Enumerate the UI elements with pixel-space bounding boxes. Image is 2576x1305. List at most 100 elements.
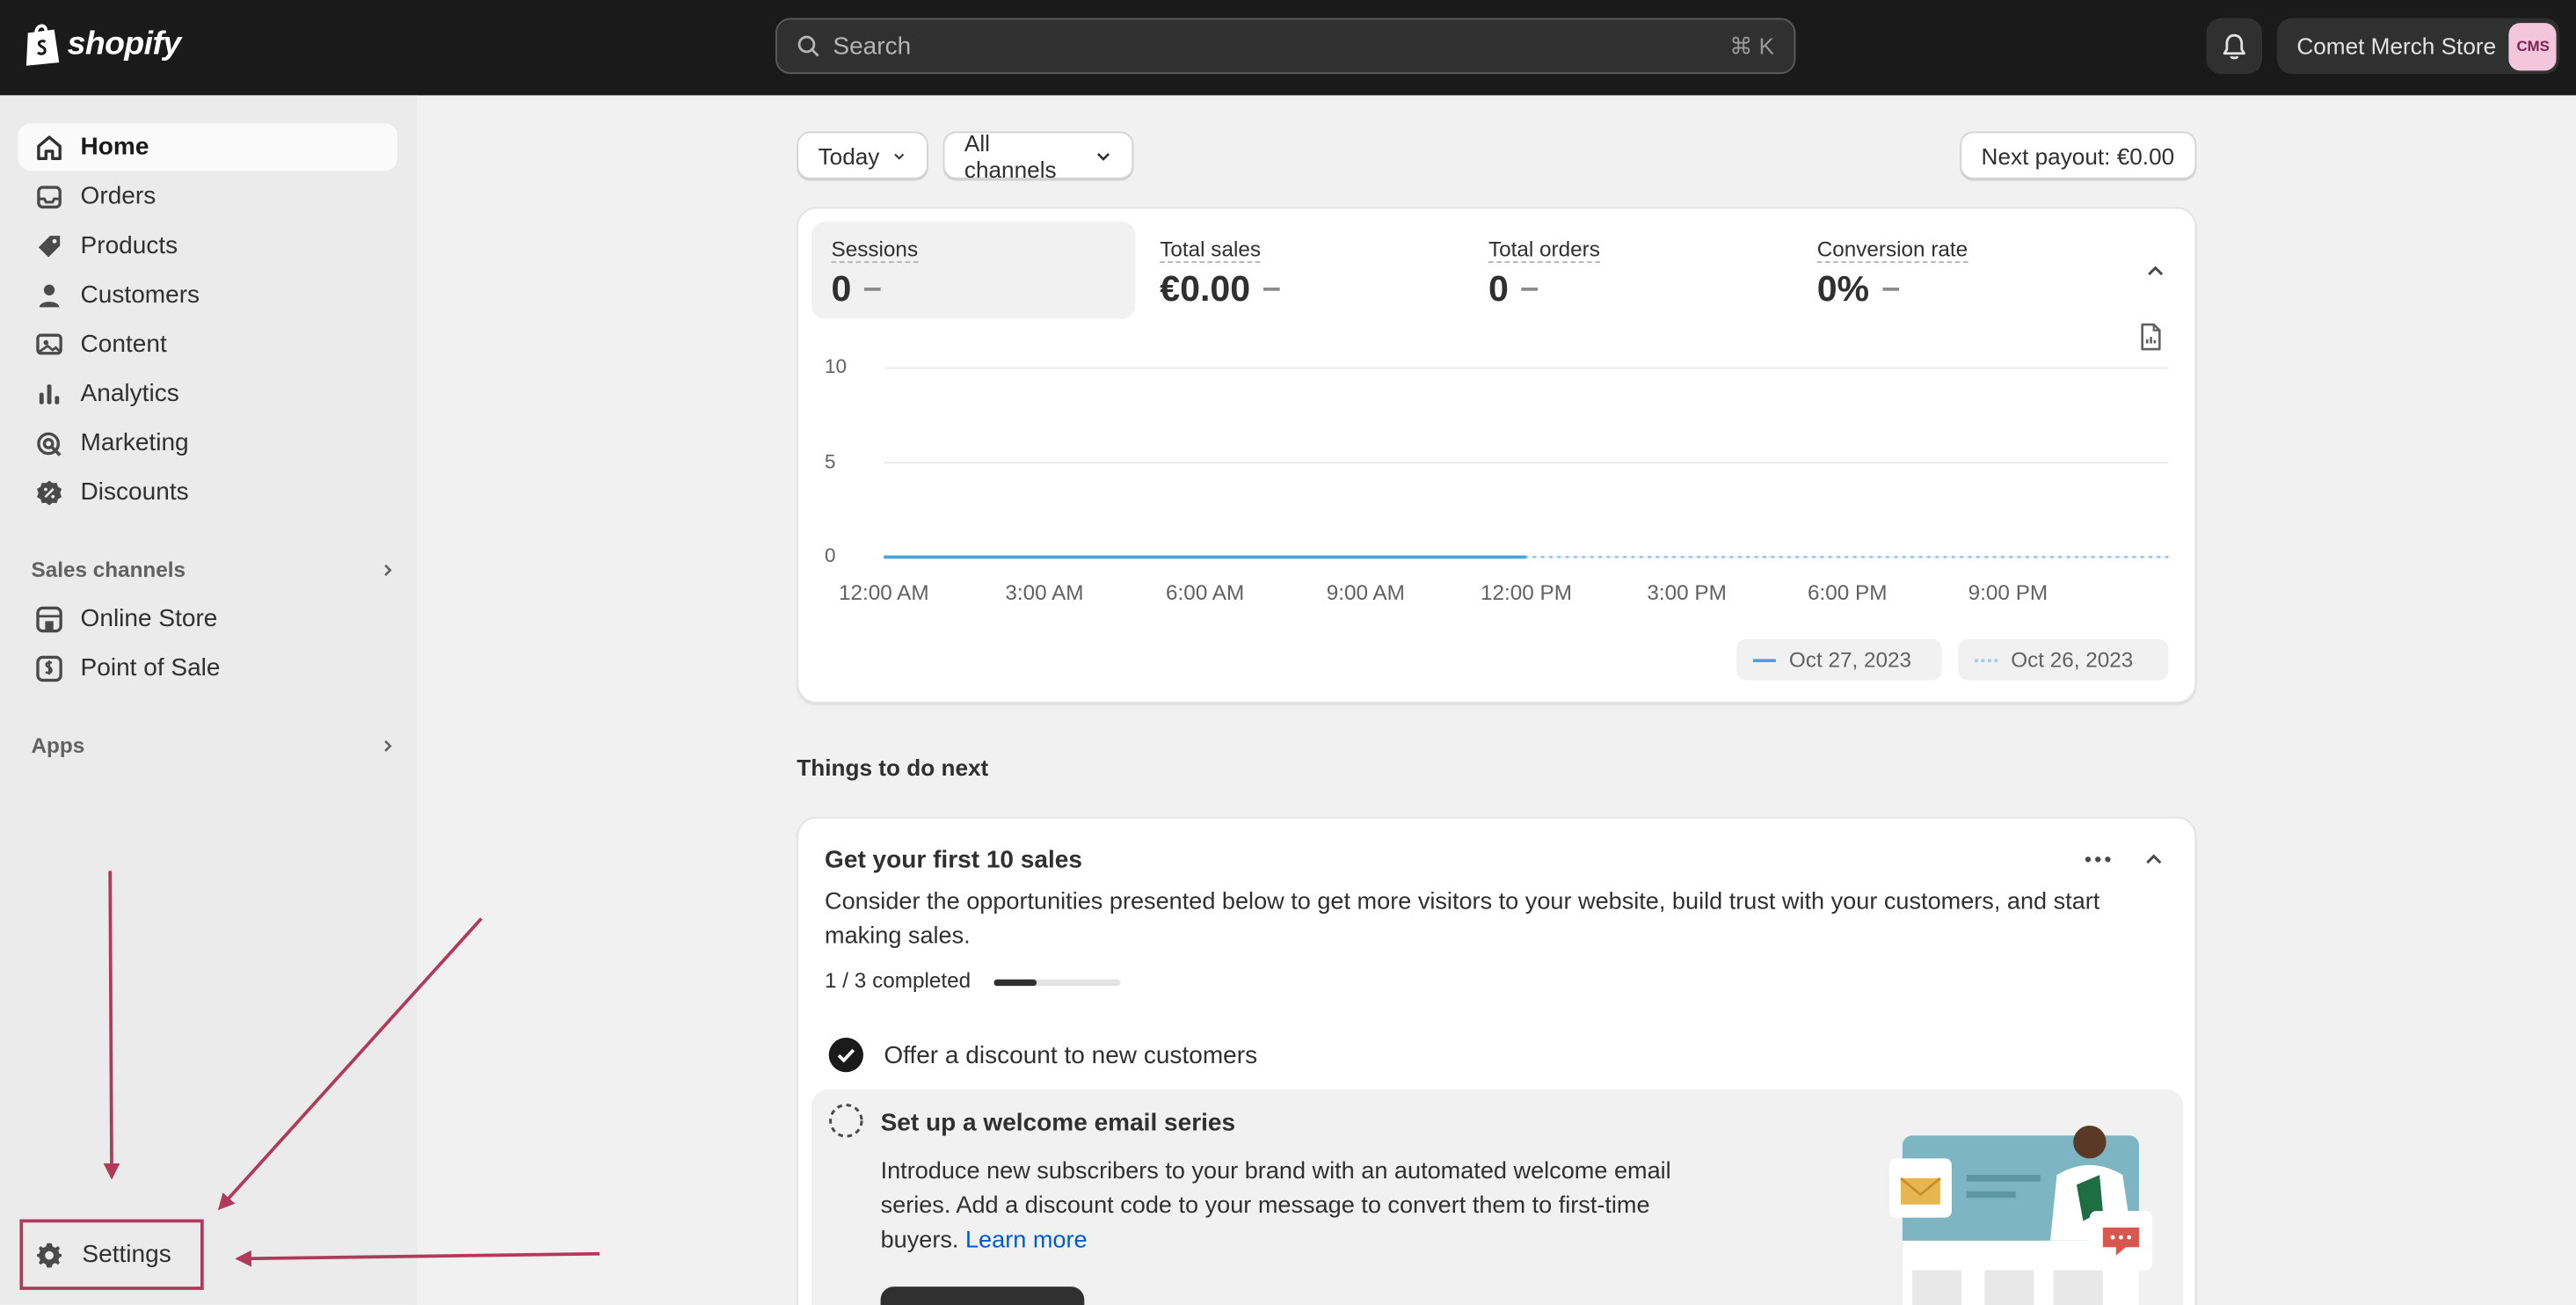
sales-channels-header[interactable]: Sales channels xyxy=(32,557,397,581)
step-offer-discount[interactable]: Offer a discount to new customers xyxy=(828,1037,1257,1073)
legend-label: Oct 26, 2023 xyxy=(2011,647,2134,673)
sidebar-item-label: Point of Sale xyxy=(80,653,221,682)
task-title: Get your first 10 sales xyxy=(825,846,1082,875)
store-icon xyxy=(36,605,62,632)
sidebar-item-label: Content xyxy=(80,330,167,359)
sidebar-item-products[interactable]: Products xyxy=(18,222,398,269)
app-root: shopify ⌘ K Comet Merch Store CMS Home xyxy=(0,0,2576,1305)
x-tick-label: 6:00 PM xyxy=(1808,580,1888,605)
dashed-circle-icon xyxy=(829,1104,863,1138)
search-input[interactable] xyxy=(833,32,1730,61)
metric-label: Total sales xyxy=(1160,237,1262,263)
sidebar-item-label: Home xyxy=(80,133,149,162)
next-payout-button[interactable]: Next payout: €0.00 xyxy=(1960,131,2197,179)
add-email-button[interactable] xyxy=(880,1287,1085,1305)
sidebar: Home Orders Products Customers Content A… xyxy=(0,95,418,1305)
metric-label: Sessions xyxy=(831,237,919,263)
step-title: Set up a welcome email series xyxy=(880,1109,1236,1138)
x-tick-label: 9:00 AM xyxy=(1326,580,1405,605)
legend-item[interactable]: Oct 26, 2023 xyxy=(1958,638,2169,681)
y-tick-label: 0 xyxy=(825,543,836,567)
search-bar[interactable]: ⌘ K xyxy=(775,18,1796,75)
main-content: Today All channels Next payout: €0.00 Se… xyxy=(418,95,2576,1305)
discount-icon xyxy=(37,479,62,505)
metric-total-sales[interactable]: Total sales €0.00 xyxy=(1140,222,1452,318)
step-label: Offer a discount to new customers xyxy=(884,1040,1258,1069)
x-tick-label: 12:00 PM xyxy=(1480,580,1572,605)
sidebar-item-label: Discounts xyxy=(80,478,189,507)
sidebar-item-online-store[interactable]: Online Store xyxy=(18,594,398,642)
inbox-icon xyxy=(37,185,62,208)
sidebar-item-marketing[interactable]: Marketing xyxy=(18,419,398,466)
sidebar-item-customers[interactable]: Customers xyxy=(18,271,398,318)
progress-bar xyxy=(993,979,1121,987)
sidebar-item-point-of-sale[interactable]: Point of Sale xyxy=(18,644,398,691)
step-description: Introduce new subscribers to your brand … xyxy=(881,1156,1719,1259)
learn-more-link[interactable]: Learn more xyxy=(965,1228,1088,1254)
chevron-down-icon xyxy=(1096,152,1110,160)
sidebar-item-label: Marketing xyxy=(80,428,189,457)
channel-select-label: All channels xyxy=(964,128,1057,182)
sidebar-item-orders[interactable]: Orders xyxy=(18,172,398,220)
metric-value: €0.00 xyxy=(1160,267,1251,310)
apps-header[interactable]: Apps xyxy=(32,733,397,757)
things-to-do-title: Things to do next xyxy=(797,754,989,781)
more-actions-icon[interactable] xyxy=(2083,855,2113,864)
store-menu-button[interactable]: Comet Merch Store CMS xyxy=(2276,18,2560,75)
chevron-right-icon xyxy=(384,739,392,751)
x-tick-label: 3:00 AM xyxy=(1005,580,1084,605)
search-shortcut: ⌘ K xyxy=(1729,32,1775,59)
chevron-up-icon[interactable] xyxy=(2143,848,2165,871)
x-tick-label: 6:00 AM xyxy=(1166,580,1245,605)
image-icon xyxy=(36,332,62,354)
settings-highlight-box xyxy=(19,1219,204,1290)
sidebar-item-analytics[interactable]: Analytics xyxy=(18,369,398,417)
legend-solid-line-icon xyxy=(1752,658,1776,662)
bell-icon xyxy=(2223,33,2245,59)
channel-select[interactable]: All channels xyxy=(942,128,1134,182)
sidebar-item-label: Customers xyxy=(80,281,200,310)
metric-sessions[interactable]: Sessions 0 xyxy=(811,222,1136,319)
step-welcome-email[interactable]: Set up a welcome email series Introduce … xyxy=(811,1089,2184,1305)
metric-value: 0 xyxy=(1488,267,1509,310)
sidebar-item-label: Products xyxy=(80,231,178,260)
search-icon xyxy=(797,35,819,57)
sidebar-item-label: Online Store xyxy=(80,604,218,633)
date-range-select[interactable]: Today xyxy=(797,131,928,179)
avatar: CMS xyxy=(2509,22,2558,70)
sidebar-item-home[interactable]: Home xyxy=(18,123,398,171)
trend-dash-icon xyxy=(1263,288,1280,291)
email-illustration xyxy=(1888,1126,2152,1305)
sidebar-item-content[interactable]: Content xyxy=(18,320,398,368)
legend-label: Oct 27, 2023 xyxy=(1788,647,1912,673)
date-range-label: Today xyxy=(818,142,880,169)
first-sales-card: Get your first 10 sales Consider the opp… xyxy=(797,816,2197,1305)
metric-total-orders[interactable]: Total orders 0 xyxy=(1469,222,1781,318)
chevron-right-icon xyxy=(384,563,392,576)
sales-channels-title: Sales channels xyxy=(31,557,186,582)
top-bar: shopify ⌘ K Comet Merch Store CMS xyxy=(0,0,2576,96)
trend-dash-icon xyxy=(864,288,882,291)
target-icon xyxy=(37,431,62,456)
check-circle-icon xyxy=(828,1038,863,1073)
metric-conversion-rate[interactable]: Conversion rate 0% xyxy=(1797,222,2109,318)
x-tick-label: 12:00 AM xyxy=(838,580,929,605)
task-description: Consider the opportunities presented bel… xyxy=(825,888,2100,951)
progress-fill xyxy=(993,979,1037,987)
metric-label: Total orders xyxy=(1488,237,1600,263)
notifications-button[interactable] xyxy=(2206,18,2263,75)
trend-dash-icon xyxy=(1882,288,1899,291)
y-tick-label: 5 xyxy=(825,449,836,473)
sidebar-item-label: Orders xyxy=(80,182,156,211)
tag-icon xyxy=(38,235,61,257)
metric-value: 0 xyxy=(831,267,852,310)
legend-item[interactable]: Oct 27, 2023 xyxy=(1736,638,1942,681)
next-payout-label: Next payout: €0.00 xyxy=(1981,142,2175,169)
metric-label: Conversion rate xyxy=(1816,237,1968,263)
shopify-logo[interactable]: shopify xyxy=(23,21,181,67)
chevron-up-icon[interactable] xyxy=(2144,259,2167,282)
trend-dash-icon xyxy=(1521,288,1539,291)
sidebar-item-discounts[interactable]: Discounts xyxy=(18,469,398,516)
legend-dotted-line-icon xyxy=(1975,658,1998,662)
x-tick-label: 3:00 PM xyxy=(1647,580,1727,605)
